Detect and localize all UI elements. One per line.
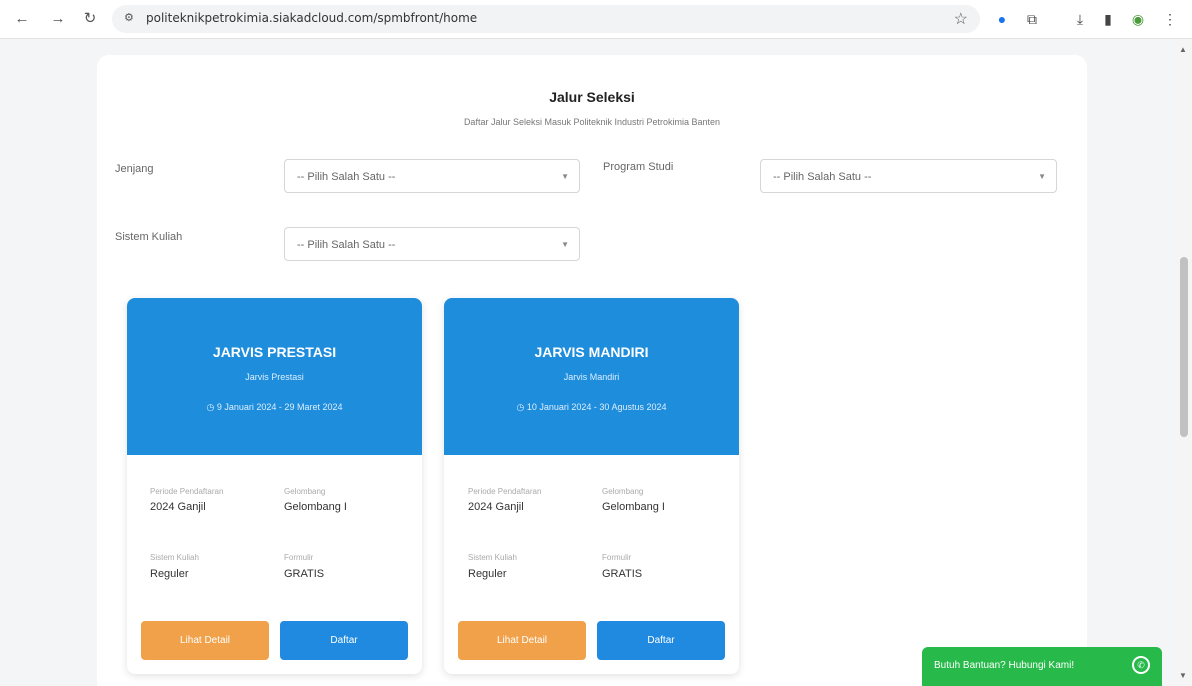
formulir-value: GRATIS [602,568,643,580]
whatsapp-icon: ✆ [1132,656,1150,674]
clock-icon: ◷ [516,402,525,412]
sistem-kuliah-value: -- Pilih Salah Satu -- [297,239,396,251]
jalur-subname: Jarvis Prestasi [245,372,304,382]
url-text: politeknikpetrokimia.siakadcloud.com/spm… [146,11,478,25]
sistem-value: Reguler [150,568,189,580]
periode-value: 2024 Ganjil [468,501,524,513]
download-icon[interactable]: ⤓ [1070,9,1090,29]
jalur-card: JARVIS MANDIRI Jarvis Mandiri ◷ 10 Janua… [444,298,739,674]
bookmark-star-icon[interactable]: ☆ [954,9,968,29]
lihat-detail-button[interactable]: Lihat Detail [458,621,586,660]
sistem-kuliah-select[interactable]: -- Pilih Salah Satu -- ▼ [284,227,580,261]
jalur-date: ◷ 10 Januari 2024 - 30 Agustus 2024 [444,402,739,413]
jalur-name: JARVIS MANDIRI [534,344,649,360]
menu-kebab-icon[interactable]: ⋮ [1160,9,1180,29]
jenjang-select[interactable]: -- Pilih Salah Satu -- ▼ [284,159,580,193]
formulir-label: Formulir [602,553,632,562]
chevron-down-icon: ▼ [561,240,569,249]
jalur-card-header: JARVIS PRESTASI Jarvis Prestasi ◷ 9 Janu… [127,298,422,455]
lihat-detail-button[interactable]: Lihat Detail [141,621,269,660]
scrollbar-thumb[interactable] [1180,257,1188,437]
scroll-up-icon[interactable]: ▲ [1179,45,1187,54]
jalur-card-header: JARVIS MANDIRI Jarvis Mandiri ◷ 10 Janua… [444,298,739,455]
chevron-down-icon: ▼ [1038,172,1046,181]
jalur-date-text: 10 Januari 2024 - 30 Agustus 2024 [526,402,667,412]
back-icon[interactable]: ← [12,9,32,29]
gelombang-label: Gelombang [284,487,326,496]
jalur-date-text: 9 Januari 2024 - 29 Maret 2024 [216,402,343,412]
gelombang-value: Gelombang I [602,501,665,513]
extension-icon[interactable]: ● [992,9,1012,29]
forward-icon[interactable]: → [48,9,68,29]
periode-label: Periode Pendaftaran [468,487,542,496]
reload-icon[interactable]: ↻ [80,9,100,29]
periode-label: Periode Pendaftaran [150,487,224,496]
periode-value: 2024 Ganjil [150,501,206,513]
jalur-seleksi-panel: Jalur Seleksi Daftar Jalur Seleksi Masuk… [97,55,1087,686]
browser-toolbar: ← → ↻ ⚙ politeknikpetrokimia.siakadcloud… [0,0,1192,39]
program-studi-label: Program Studi [603,161,674,173]
formulir-value: GRATIS [284,568,325,580]
help-label: Butuh Bantuan? Hubungi Kami! [934,660,1075,671]
formulir-label: Formulir [284,553,314,562]
side-panel-icon[interactable]: ▮ [1098,9,1118,29]
page-title: Jalur Seleksi [549,89,635,105]
jalur-card: JARVIS PRESTASI Jarvis Prestasi ◷ 9 Janu… [127,298,422,674]
daftar-button[interactable]: Daftar [597,621,725,660]
page-viewport: Jalur Seleksi Daftar Jalur Seleksi Masuk… [0,39,1176,686]
address-bar[interactable]: ⚙ politeknikpetrokimia.siakadcloud.com/s… [112,5,980,33]
sistem-value: Reguler [468,568,507,580]
sistem-label: Sistem Kuliah [150,553,199,562]
sistem-label: Sistem Kuliah [468,553,517,562]
clock-icon: ◷ [206,402,215,412]
scroll-down-icon[interactable]: ▼ [1179,671,1187,680]
page-scrollbar[interactable]: ▲ ▼ [1176,39,1192,686]
daftar-button[interactable]: Daftar [280,621,408,660]
jalur-name: JARVIS PRESTASI [212,344,337,360]
chevron-down-icon: ▼ [561,172,569,181]
site-info-icon[interactable]: ⚙ [124,11,138,25]
program-studi-value: -- Pilih Salah Satu -- [773,171,872,183]
jenjang-label: Jenjang [115,163,154,175]
program-studi-select[interactable]: -- Pilih Salah Satu -- ▼ [760,159,1057,193]
gelombang-label: Gelombang [602,487,644,496]
extensions-puzzle-icon[interactable]: ⧉ [1022,9,1042,29]
jalur-subname: Jarvis Mandiri [563,372,620,382]
gelombang-value: Gelombang I [284,501,347,513]
sistem-kuliah-label: Sistem Kuliah [115,231,183,243]
page-subtitle: Daftar Jalur Seleksi Masuk Politeknik In… [463,117,721,127]
jalur-date: ◷ 9 Januari 2024 - 29 Maret 2024 [127,402,422,413]
help-whatsapp-button[interactable]: Butuh Bantuan? Hubungi Kami! ✆ [922,647,1162,686]
profile-avatar-icon[interactable]: ◉ [1128,9,1148,29]
jenjang-value: -- Pilih Salah Satu -- [297,171,396,183]
